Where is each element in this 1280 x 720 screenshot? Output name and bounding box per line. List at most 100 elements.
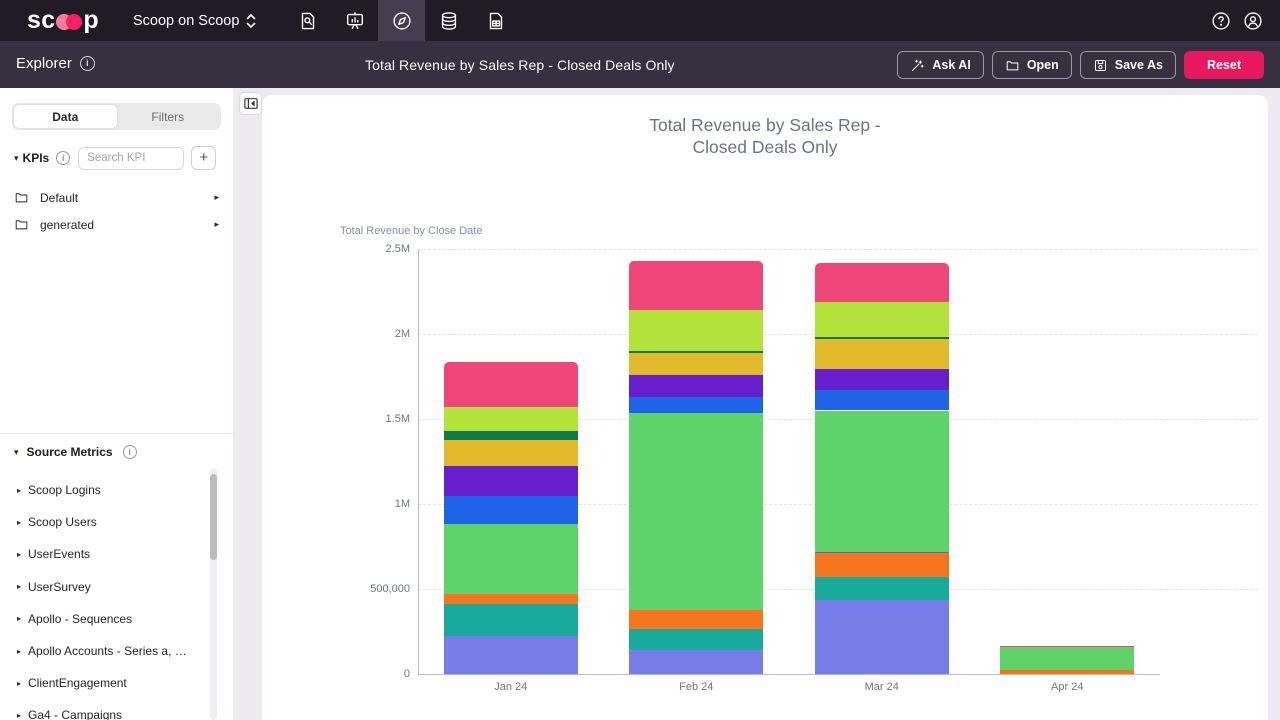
- folder-icon: [1005, 58, 1020, 73]
- sidebar-scrollbar-thumb[interactable]: [210, 474, 217, 560]
- account-icon[interactable]: [1242, 10, 1264, 32]
- open-button[interactable]: Open: [992, 51, 1072, 79]
- bar-segment[interactable]: [629, 610, 763, 628]
- magic-wand-icon: [910, 58, 925, 73]
- bar-segment[interactable]: [444, 496, 578, 525]
- bar-segment[interactable]: [629, 353, 763, 376]
- bar-segment[interactable]: [629, 351, 763, 353]
- bar-segment[interactable]: [444, 440, 578, 466]
- bar-segment[interactable]: [629, 397, 763, 413]
- bar-segment[interactable]: [815, 263, 949, 302]
- bar-segment[interactable]: [815, 369, 949, 391]
- bar-segment[interactable]: [629, 650, 763, 674]
- bar-segment[interactable]: [444, 407, 578, 431]
- source-metric-label: Ga4 - Campaigns: [28, 708, 122, 720]
- source-metric-label: Scoop Logins: [28, 483, 101, 497]
- expand-chevron-icon[interactable]: ▸: [17, 711, 21, 720]
- expand-chevron-icon[interactable]: ▸: [214, 219, 219, 230]
- bar-segment[interactable]: [629, 261, 763, 310]
- kpi-folder-generated[interactable]: generated ▸: [14, 215, 219, 234]
- source-metric-item[interactable]: ▸ Apollo Accounts - Series a, …: [17, 641, 202, 661]
- tab-canvas-file-search[interactable]: [284, 0, 331, 41]
- expand-chevron-icon[interactable]: ▸: [17, 518, 21, 527]
- scoop-logo[interactable]: sc p: [27, 6, 99, 35]
- help-icon[interactable]: [1210, 10, 1232, 32]
- bar-segment[interactable]: [629, 413, 763, 610]
- kpi-folder-default[interactable]: Default ▸: [14, 188, 219, 207]
- expand-chevron-icon[interactable]: ▸: [17, 679, 21, 688]
- bar-segment[interactable]: [444, 524, 578, 593]
- expand-chevron-icon[interactable]: ▸: [17, 582, 21, 591]
- expand-chevron-icon[interactable]: ▸: [214, 192, 219, 203]
- reset-label: Reset: [1207, 58, 1241, 72]
- expand-chevron-icon[interactable]: ▸: [17, 486, 21, 495]
- info-icon[interactable]: i: [80, 56, 95, 71]
- add-kpi-button[interactable]: +: [191, 146, 216, 170]
- logo-circles-icon: [56, 14, 82, 30]
- collapse-chevron-icon[interactable]: ▾: [14, 153, 19, 164]
- bar-segment[interactable]: [1000, 647, 1134, 670]
- source-metric-label: UserSurvey: [28, 580, 91, 594]
- sidebar-tab-switch: Data Filters: [12, 103, 221, 130]
- bar-segment[interactable]: [815, 600, 949, 674]
- tab-explorer[interactable]: [378, 0, 425, 41]
- bar-segment[interactable]: [444, 594, 578, 604]
- workspace-selector[interactable]: Scoop on Scoop: [133, 13, 256, 29]
- tab-presentation[interactable]: [331, 0, 378, 41]
- bar-segment[interactable]: [629, 310, 763, 351]
- y-axis-tick-label: 1M: [348, 498, 410, 510]
- source-metric-item[interactable]: ▸ UserSurvey: [17, 577, 202, 597]
- bar-segment[interactable]: [815, 411, 949, 552]
- bar-segment[interactable]: [1000, 670, 1134, 674]
- collapse-chevron-icon[interactable]: ▾: [14, 447, 19, 458]
- y-axis-tick-label: 1.5M: [348, 413, 410, 425]
- source-metric-item[interactable]: ▸Scoop Users: [17, 512, 202, 532]
- presentation-board-icon: [344, 10, 366, 32]
- tab-sheets[interactable]: [472, 0, 519, 41]
- info-icon[interactable]: i: [56, 151, 70, 165]
- logo-text-right: p: [83, 6, 99, 35]
- bar-segment[interactable]: [444, 466, 578, 495]
- bar-segment[interactable]: [815, 339, 949, 369]
- collapse-sidebar-button[interactable]: [239, 92, 262, 115]
- bar-segment[interactable]: [444, 362, 578, 407]
- expand-chevron-icon[interactable]: ▸: [17, 614, 21, 623]
- bar-segment[interactable]: [815, 337, 949, 339]
- bar-segment[interactable]: [815, 577, 949, 600]
- source-metric-item[interactable]: ▸ Apollo - Sequences: [17, 609, 202, 629]
- tab-filters[interactable]: Filters: [117, 105, 220, 128]
- expand-chevron-icon[interactable]: ▸: [17, 647, 21, 656]
- bar-segment[interactable]: [1000, 646, 1134, 647]
- source-metric-label: Apollo Accounts - Series a, …: [28, 644, 187, 658]
- source-metric-item[interactable]: ▸ Ga4 - Campaigns: [17, 705, 202, 720]
- bar-segment[interactable]: [444, 431, 578, 440]
- bar-segment[interactable]: [629, 629, 763, 651]
- info-icon[interactable]: i: [123, 445, 137, 459]
- save-icon: [1093, 58, 1108, 73]
- tab-datasets[interactable]: [425, 0, 472, 41]
- source-metric-item[interactable]: ▸ClientEngagement: [17, 673, 202, 693]
- chart-title: Total Revenue by Sales Rep - Closed Deal…: [640, 115, 890, 158]
- reset-button[interactable]: Reset: [1184, 51, 1264, 79]
- bar-segment[interactable]: [444, 604, 578, 636]
- expand-chevron-icon[interactable]: ▸: [17, 550, 21, 559]
- tab-data[interactable]: Data: [14, 105, 117, 128]
- bar-segment[interactable]: [815, 552, 949, 554]
- x-axis-tick-label: Mar 24: [789, 681, 975, 693]
- bar-segment[interactable]: [815, 390, 949, 410]
- bar-segment[interactable]: [815, 553, 949, 576]
- x-axis-tick-label: Apr 24: [975, 681, 1161, 693]
- y-axis-line: [418, 249, 419, 674]
- source-metric-label: Apollo - Sequences: [28, 612, 132, 626]
- kpi-search-input[interactable]: [78, 147, 184, 170]
- bar-segment[interactable]: [444, 636, 578, 674]
- source-metric-item[interactable]: ▸ Scoop Logins: [17, 480, 202, 500]
- explorer-header-bar: Explorer i Total Revenue by Sales Rep - …: [0, 41, 1280, 88]
- kpis-label: KPIs: [23, 151, 50, 165]
- source-metric-item[interactable]: ▸UserEvents: [17, 544, 202, 564]
- open-label: Open: [1027, 58, 1059, 72]
- bar-segment[interactable]: [629, 375, 763, 397]
- save-as-button[interactable]: Save As: [1080, 51, 1176, 79]
- bar-segment[interactable]: [815, 302, 949, 337]
- ask-ai-button[interactable]: Ask AI: [897, 51, 983, 79]
